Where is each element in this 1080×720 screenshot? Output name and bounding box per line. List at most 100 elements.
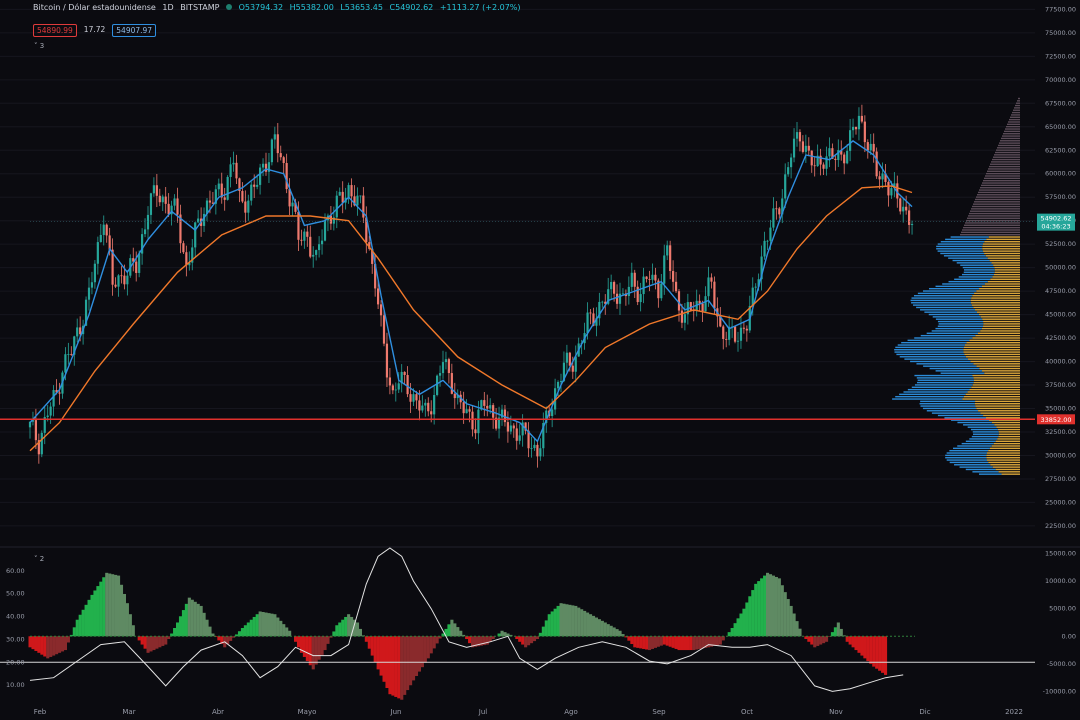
candle [763,240,766,257]
candle [208,200,212,203]
candle [397,383,400,390]
profile-bar [963,346,1020,349]
price-tick-label: 65000.00 [1045,123,1076,131]
histogram-bar [574,605,578,637]
sell-price[interactable]: 54890.99 [33,24,77,37]
histogram-bar [727,632,731,637]
profile-bar [972,374,1020,377]
profile-bar [975,405,1020,407]
histogram-bar [683,636,687,651]
histogram-bar [795,621,799,637]
candle [291,202,294,207]
candle [804,145,807,152]
price-tick-label: 62500.00 [1045,146,1076,154]
profile-bar [913,304,972,306]
profile-bar [995,468,1020,471]
profile-bar [920,405,976,407]
pane-3-collapse[interactable]: ˅ 3 [34,42,44,50]
pane-2-collapse[interactable]: ˅ 2 [34,555,44,563]
histogram-bar [373,636,377,663]
profile-bar [990,464,1020,466]
profile-bar [998,435,1020,438]
candle [149,193,153,215]
histogram-bar [671,636,675,648]
histogram-bar [246,622,250,637]
profile-bar [945,457,987,459]
candle [878,176,881,180]
profile-bar [1010,116,1020,118]
interval: 1D [162,3,174,12]
candle [887,181,890,196]
profile-bar [956,262,992,264]
candle [589,312,592,314]
candle [899,198,902,212]
histogram-bar [456,627,460,637]
profile-bar [971,208,1020,210]
profile-bar [922,290,977,292]
profile-bar [937,250,983,252]
profile-bar [961,442,994,445]
price-tick-label: 57500.00 [1045,193,1076,201]
chart-canvas[interactable]: 77500.00 75000.00 72500.00 70000.00 67500.00… [0,0,1080,720]
candle [235,162,238,179]
oscillator-pane [0,546,1080,700]
profile-bar [983,179,1020,182]
profile-bar [993,156,1020,158]
candle [654,274,657,281]
profile-bar [964,224,1020,226]
histogram-bar [190,599,194,637]
histogram-bar [208,626,212,637]
profile-bar [945,238,987,241]
histogram-bar [249,619,253,637]
histogram-bar [618,630,622,637]
profile-bar [986,457,1020,459]
candle [76,327,79,337]
histogram-bar [279,620,283,637]
profile-bar [1016,102,1020,104]
candle [300,239,303,241]
candle [40,432,43,455]
profile-bar [986,172,1020,175]
candle [801,141,804,152]
histogram-bar [176,622,180,637]
profile-bar [973,381,1020,384]
profile-bar [994,266,1020,269]
profile-bar [954,464,991,466]
candle [565,352,568,363]
histogram-bar [217,636,221,641]
profile-bar [1001,473,1020,475]
profile-bar [942,283,985,285]
candle [710,277,713,282]
histogram-bar [630,636,634,644]
price-tick-label: 30000.00 [1045,451,1076,459]
profile-bar [963,349,1020,351]
candle [843,154,846,164]
profile-bar [965,393,1020,396]
candle [471,411,474,430]
profile-bar [997,147,1020,149]
histogram-bar [780,585,784,637]
candle [669,245,672,271]
profile-bar [917,379,974,381]
price-tick-label: 47500.00 [1045,287,1076,295]
profile-bar [896,353,965,356]
profile-bar [970,360,1020,363]
profile-bar [979,287,1020,290]
candle [666,245,669,256]
histogram-bar [692,636,696,651]
candle [486,405,489,409]
profile-bar [994,424,1020,426]
profile-bar [963,395,1020,398]
histogram-bar [583,610,587,637]
last-price-value: 54902.62 [1040,215,1071,223]
histogram-bar [665,636,669,646]
histogram-bar [854,636,858,651]
profile-bar [949,449,989,452]
candle [610,281,613,290]
candle [512,425,515,429]
profile-bar [904,358,968,360]
histogram-bar [869,636,873,664]
candle [477,409,480,434]
buy-price[interactable]: 54907.97 [112,24,157,37]
candle [256,184,259,187]
